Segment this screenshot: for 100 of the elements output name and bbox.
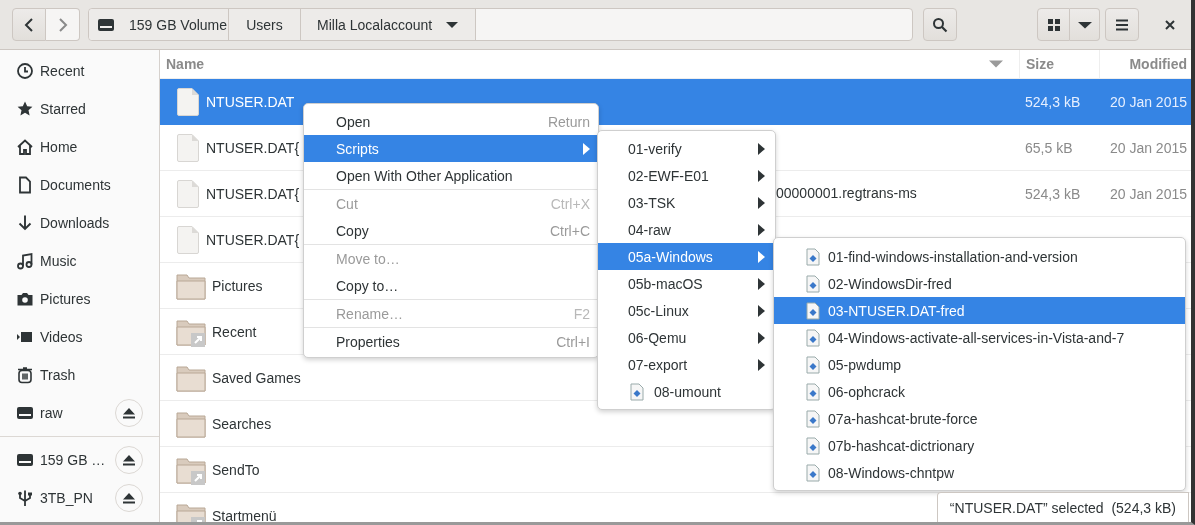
- menu-item[interactable]: Properties Ctrl+I: [304, 328, 598, 355]
- sidebar-item[interactable]: Videos: [0, 318, 159, 356]
- submenu-arrow-icon: [758, 250, 765, 263]
- close-icon: [1164, 18, 1177, 31]
- sidebar-label: raw: [40, 405, 63, 421]
- back-button[interactable]: [12, 8, 46, 41]
- menu-item[interactable]: 05b-macOS: [598, 270, 775, 297]
- pictures-icon: [16, 290, 34, 308]
- script-icon: [630, 382, 644, 401]
- caret-icon: [446, 20, 459, 29]
- menu-item[interactable]: 04-Windows-activate-all-services-in-Vista-and-7: [774, 324, 1185, 351]
- menu-item[interactable]: 04-raw: [598, 216, 775, 243]
- script-icon: [806, 382, 820, 401]
- menu-item[interactable]: 06-Qemu: [598, 324, 775, 351]
- submenu-arrow-icon: [758, 169, 765, 182]
- sidebar-item[interactable]: Music: [0, 242, 159, 280]
- sidebar-label: 3TB_PN: [40, 490, 93, 506]
- eject-icon: [123, 407, 135, 419]
- file-size: 524,3 kB: [1025, 93, 1081, 110]
- sidebar-item[interactable]: 3TB_PN: [0, 479, 159, 517]
- sidebar-item[interactable]: Pictures: [0, 280, 159, 318]
- forward-icon: [57, 17, 68, 32]
- submenu-arrow-icon: [758, 142, 765, 155]
- file-name: NTUSER.DAT{: [206, 139, 300, 156]
- sidebar-item[interactable]: 159 GB …: [0, 441, 159, 479]
- eject-button[interactable]: [115, 484, 143, 512]
- menu-item[interactable]: 02-WindowsDir-fred: [774, 270, 1185, 297]
- sidebar-item[interactable]: Recent: [0, 52, 159, 90]
- submenu-arrow-icon: [758, 196, 765, 209]
- submenu-arrow-icon: [758, 223, 765, 236]
- home-icon: [16, 138, 34, 156]
- sidebar-label: Recent: [40, 63, 85, 79]
- path-button[interactable]: Users: [229, 9, 301, 40]
- file-size: 65,5 kB: [1025, 139, 1073, 156]
- drive-icon: [97, 17, 115, 32]
- script-icon: [806, 247, 820, 266]
- downloads-icon: [16, 214, 34, 232]
- sidebar-label: Videos: [40, 329, 83, 345]
- eject-icon: [123, 492, 135, 504]
- submenu-arrow-icon: [758, 277, 765, 290]
- menu-item[interactable]: Scripts: [304, 135, 598, 162]
- menu-item[interactable]: 08-Windows-chntpw: [774, 459, 1185, 486]
- file-name: Saved Games: [212, 369, 301, 386]
- sidebar-item[interactable]: Documents: [0, 166, 159, 204]
- menu-item[interactable]: 01-verify: [598, 135, 775, 162]
- menu-item[interactable]: 03-TSK: [598, 189, 775, 216]
- menu-item[interactable]: 07a-hashcat-brute-force: [774, 405, 1185, 432]
- drive-icon: [16, 404, 34, 422]
- menu-item[interactable]: Copy to…: [304, 272, 598, 299]
- sidebar-label: Documents: [40, 177, 111, 193]
- file-name: SendTo: [212, 461, 260, 478]
- eject-icon: [123, 454, 135, 466]
- file-size: 524,3 kB: [1025, 185, 1081, 202]
- menu-item[interactable]: 03-NTUSER.DAT-fred: [774, 297, 1185, 324]
- sidebar-item[interactable]: Starred: [0, 90, 159, 128]
- menu-item[interactable]: Copy Ctrl+C: [304, 217, 598, 244]
- file-name: Startmenü: [212, 507, 277, 522]
- sidebar-item[interactable]: Home: [0, 128, 159, 166]
- grid-view-button[interactable]: [1037, 8, 1071, 41]
- menu-item[interactable]: 07-export: [598, 351, 775, 378]
- eject-button[interactable]: [115, 399, 143, 427]
- menu-item[interactable]: 05a-Windows: [598, 243, 775, 270]
- sidebar-label: Trash: [40, 367, 76, 383]
- file-name: NTUSER.DAT{: [206, 231, 300, 248]
- script-icon: [806, 436, 820, 455]
- file-icon: [176, 224, 200, 255]
- sidebar-item[interactable]: raw: [0, 394, 159, 432]
- usb-icon: [16, 489, 34, 507]
- menu-button[interactable]: [1105, 8, 1140, 41]
- drive-icon: [16, 451, 34, 469]
- file-name: Pictures: [212, 277, 263, 294]
- script-icon: [806, 328, 820, 347]
- submenu-arrow-icon: [758, 304, 765, 317]
- menu-item[interactable]: 01-find-windows-installation-and-version: [774, 243, 1185, 270]
- sidebar-label: Starred: [40, 101, 86, 117]
- sidebar-label: Downloads: [40, 215, 110, 231]
- script-icon: [806, 301, 820, 320]
- search-icon: [932, 16, 949, 33]
- file-name: Searches: [212, 415, 272, 432]
- music-icon: [16, 252, 34, 270]
- menu-item[interactable]: 05-pwdump: [774, 351, 1185, 378]
- documents-icon: [16, 176, 34, 194]
- file-icon: [176, 178, 200, 209]
- script-icon: [806, 355, 820, 374]
- menu-icon: [1115, 18, 1130, 31]
- menu-item[interactable]: 05c-Linux: [598, 297, 775, 324]
- file-name: NTUSER.DAT{: [206, 185, 300, 202]
- file-name: Recent: [212, 323, 257, 340]
- sidebar-item[interactable]: Downloads: [0, 204, 159, 242]
- path-button[interactable]: 159 GB Volume: [89, 9, 229, 40]
- trash-icon: [16, 366, 34, 384]
- recent-icon: [16, 62, 34, 80]
- search-button[interactable]: [923, 8, 958, 41]
- eject-button[interactable]: [115, 446, 143, 474]
- path-button[interactable]: Milla Localaccount: [301, 9, 476, 40]
- view-options-button[interactable]: [1070, 8, 1101, 41]
- script-icon: [806, 463, 820, 482]
- sidebar-item[interactable]: Trash: [0, 356, 159, 394]
- sidebar-label: Music: [40, 253, 77, 269]
- file-icon: [176, 86, 200, 117]
